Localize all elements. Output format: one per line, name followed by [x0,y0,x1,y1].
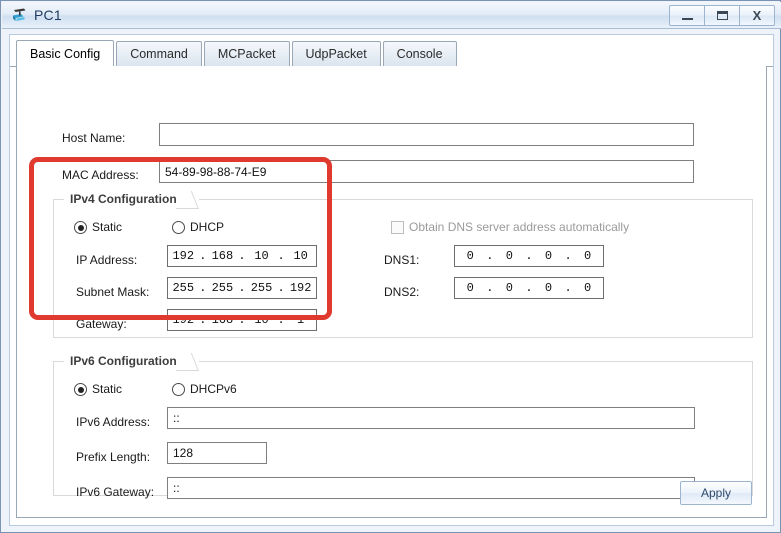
obtain-dns-automatically-checkbox[interactable] [391,221,404,234]
host-name-input[interactable] [159,123,694,146]
dns2-octet-3: 0 [534,281,564,295]
ip-octet-2: 168 [207,249,237,263]
ip-dot: . [238,281,246,295]
close-icon: X [753,9,762,22]
ip-dot: . [486,281,494,295]
ipv4-static-label: Static [92,220,122,234]
dns1-label: DNS1: [384,253,419,267]
tab-label: UdpPacket [306,47,367,61]
dns1-octet-4: 0 [573,249,603,263]
gateway-label: Gateway: [76,317,127,331]
dns2-octet-4: 0 [573,281,603,295]
client-area: Basic Config Command MCPacket UdpPacket … [9,34,774,526]
ip-dot: . [486,249,494,263]
dns1-octet-2: 0 [494,249,524,263]
ipv4-group-title: IPv4 Configuration [64,190,199,209]
dns1-input[interactable]: 0 . 0 . 0 . 0 [454,245,604,267]
pc-device-icon [11,7,29,25]
ip-dot: . [277,249,285,263]
title-bar: PC1 X [2,2,781,29]
ip-dot: . [564,281,572,295]
ipv4-dhcp-label: DHCP [190,220,224,234]
ipv6-dhcpv6-label: DHCPv6 [190,382,237,396]
tab-udppacket[interactable]: UdpPacket [292,41,381,67]
mac-address-input[interactable]: 54-89-98-88-74-E9 [159,160,694,183]
obtain-dns-automatically-label: Obtain DNS server address automatically [409,220,629,234]
tab-basic-config[interactable]: Basic Config [16,40,114,67]
ip-dot: . [564,249,572,263]
dns2-input[interactable]: 0 . 0 . 0 . 0 [454,277,604,299]
prefix-length-label: Prefix Length: [76,450,150,464]
mask-octet-4: 192 [286,281,316,295]
dns2-octet-1: 0 [455,281,485,295]
ipv4-configuration-group: IPv4 Configuration Static DHCP IP Addres… [53,199,753,338]
ip-dot: . [525,249,533,263]
dns2-label: DNS2: [384,285,419,299]
tab-command[interactable]: Command [116,41,202,67]
ip-octet-3: 10 [247,249,277,263]
tab-mcpacket[interactable]: MCPacket [204,41,290,67]
tab-label: Command [130,47,188,61]
tab-label: Console [397,47,443,61]
ip-dot: . [199,313,207,327]
window-title: PC1 [34,6,62,25]
gw-octet-2: 168 [207,313,237,327]
dns2-octet-2: 0 [494,281,524,295]
ipv6-address-label: IPv6 Address: [76,415,150,429]
gw-octet-3: 10 [247,313,277,327]
minimize-button[interactable] [669,5,705,26]
basic-config-panel: Host Name: MAC Address: 54-89-98-88-74-E… [16,66,767,518]
mask-octet-2: 255 [207,281,237,295]
close-button[interactable]: X [739,5,775,26]
pc1-window: PC1 X Basic Config Command MCPacket [0,0,781,533]
ip-address-input[interactable]: 192 . 168 . 10 . 10 [167,245,317,267]
mac-address-label: MAC Address: [62,168,139,182]
apply-button[interactable]: Apply [680,481,752,505]
minimize-icon [682,18,693,20]
subnet-mask-label: Subnet Mask: [76,285,149,299]
prefix-length-input[interactable]: 128 [167,442,267,464]
ip-dot: . [525,281,533,295]
mask-octet-1: 255 [168,281,198,295]
ip-dot: . [199,281,207,295]
ip-address-label: IP Address: [76,253,137,267]
ipv6-gateway-label: IPv6 Gateway: [76,485,154,499]
window-controls: X [670,5,775,26]
ipv6-configuration-group: IPv6 Configuration Static DHCPv6 IPv6 Ad… [53,361,753,496]
ipv6-static-radio[interactable] [74,383,87,396]
ip-dot: . [199,249,207,263]
tab-console[interactable]: Console [383,41,457,67]
ipv4-dhcp-radio[interactable] [172,221,185,234]
maximize-button[interactable] [704,5,740,26]
ipv6-static-label: Static [92,382,122,396]
maximize-icon [717,11,728,20]
ipv6-address-input[interactable]: :: [167,407,695,429]
dns1-octet-3: 0 [534,249,564,263]
ip-octet-1: 192 [168,249,198,263]
host-name-label: Host Name: [62,131,125,145]
ipv6-group-title: IPv6 Configuration [64,352,199,371]
ip-dot: . [238,249,246,263]
gw-octet-4: 1 [286,313,316,327]
tab-bar: Basic Config Command MCPacket UdpPacket … [16,40,459,67]
ipv4-static-radio[interactable] [74,221,87,234]
dns1-octet-1: 0 [455,249,485,263]
ip-dot: . [277,313,285,327]
ipv6-dhcpv6-radio[interactable] [172,383,185,396]
gw-octet-1: 192 [168,313,198,327]
gateway-input[interactable]: 192 . 168 . 10 . 1 [167,309,317,331]
mask-octet-3: 255 [247,281,277,295]
subnet-mask-input[interactable]: 255 . 255 . 255 . 192 [167,277,317,299]
tab-label: MCPacket [218,47,276,61]
ipv6-gateway-input[interactable]: :: [167,477,695,499]
ip-dot: . [238,313,246,327]
tab-label: Basic Config [30,47,100,61]
ip-dot: . [277,281,285,295]
ip-octet-4: 10 [286,249,316,263]
